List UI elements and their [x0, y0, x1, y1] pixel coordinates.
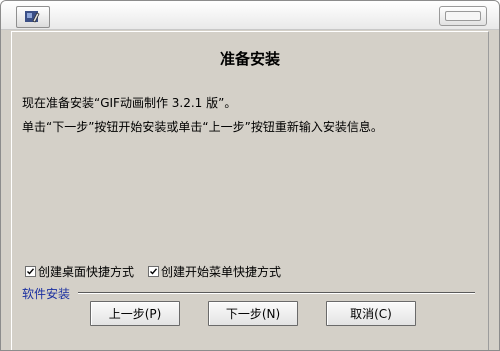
- startmenu-shortcut-checkbox[interactable]: [148, 266, 159, 277]
- window-control-inner: [445, 11, 481, 21]
- software-install-group-label: 软件安装: [22, 287, 71, 301]
- cancel-button[interactable]: 取消(C): [326, 301, 416, 326]
- window-control-icon[interactable]: [439, 6, 487, 26]
- desktop-shortcut-option[interactable]: 创建桌面快捷方式: [25, 263, 134, 280]
- installer-app-icon[interactable]: [16, 6, 50, 28]
- next-button[interactable]: 下一步(N): [208, 301, 298, 326]
- startmenu-shortcut-option[interactable]: 创建开始菜单快捷方式: [148, 263, 281, 280]
- desktop-shortcut-label: 创建桌面快捷方式: [38, 265, 135, 279]
- title-bar: [1, 1, 499, 30]
- checkmark-icon: [27, 268, 35, 275]
- back-button[interactable]: 上一步(P): [90, 301, 180, 326]
- group-divider: [78, 292, 475, 294]
- desktop-shortcut-checkbox[interactable]: [25, 266, 36, 277]
- startmenu-shortcut-label: 创建开始菜单快捷方式: [161, 265, 282, 279]
- ready-message: 现在准备安装“GIF动画制作 3.2.1 版”。: [22, 96, 237, 110]
- app-glyph: [25, 11, 40, 23]
- page-title: 准备安装: [219, 50, 280, 68]
- checkmark-icon: [150, 268, 158, 275]
- instruction-message: 单击“下一步”按钮开始安装或单击“上一步”按钮重新输入安装信息。: [22, 120, 383, 134]
